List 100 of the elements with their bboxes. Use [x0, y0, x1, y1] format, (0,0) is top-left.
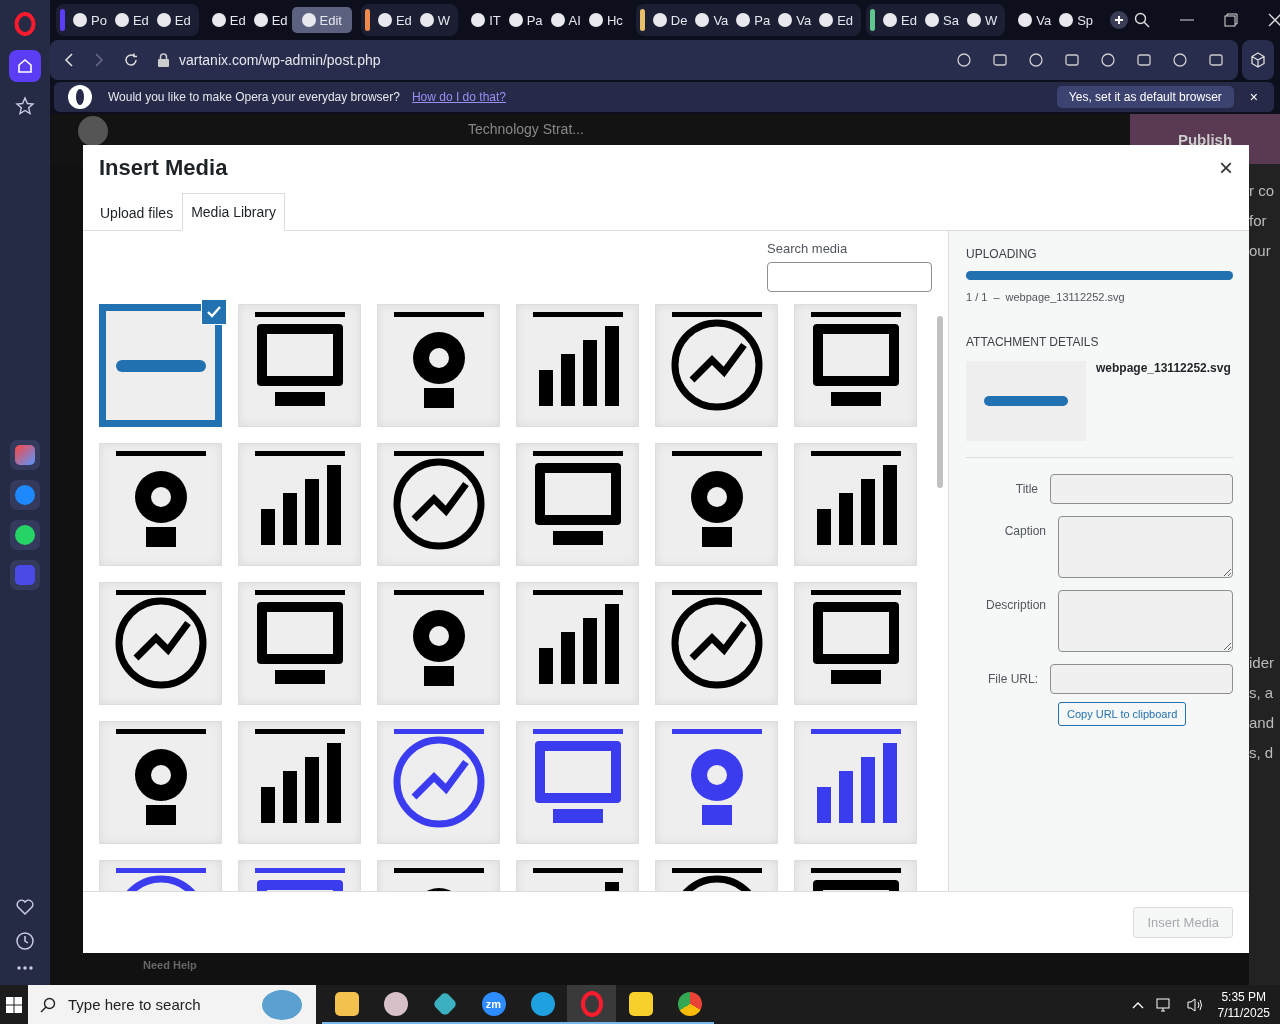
- tab-group-marker[interactable]: [364, 9, 370, 31]
- search-field[interactable]: Type here to search: [66, 995, 250, 1014]
- favicon-icon: [253, 13, 268, 27]
- tab-group-marker[interactable]: [639, 9, 645, 31]
- search-field[interactable]: [767, 262, 932, 292]
- opera-logo-icon[interactable]: [14, 12, 36, 36]
- dialog-title: Insert Media: [99, 154, 228, 181]
- home-button[interactable]: [9, 50, 41, 82]
- address-bar[interactable]: vartanix.com/wp-admin/post.php: [50, 40, 1238, 80]
- page-text: s, a: [1249, 684, 1275, 701]
- favicon-icon: [73, 13, 87, 27]
- browser-tab[interactable]: Va: [1014, 7, 1056, 33]
- field-label: Caption: [1003, 523, 1046, 538]
- favicon-icon: [550, 13, 565, 27]
- favicon-icon: [883, 13, 898, 27]
- browser-tab[interactable]: W: [415, 7, 455, 33]
- favicon-icon: [1059, 13, 1074, 27]
- browser-tab[interactable]: AI: [546, 7, 585, 33]
- clock-date[interactable]: 7/11/2025: [1217, 1004, 1270, 1021]
- whatsapp-icon[interactable]: [10, 520, 40, 550]
- browser-tab[interactable]: Pa: [732, 7, 775, 33]
- tab-group-marker[interactable]: [60, 9, 65, 31]
- browser-tab[interactable]: Va: [774, 7, 816, 33]
- browser-tab[interactable]: Edit: [291, 7, 352, 33]
- opera-logo-icon: [68, 85, 92, 109]
- clock-icon[interactable]: [15, 931, 35, 951]
- text-field[interactable]: [1050, 664, 1233, 694]
- close-icon[interactable]: [1268, 13, 1280, 27]
- lock-icon: [158, 53, 169, 67]
- file-name: webpage_13112252.svg: [1096, 361, 1231, 377]
- favicon-icon: [1018, 13, 1033, 27]
- dialog-tab[interactable]: Media Library: [182, 193, 285, 231]
- page-text: and: [1249, 714, 1276, 731]
- browser-tab[interactable]: Pa: [504, 7, 547, 33]
- notification-message: Would you like to make Opera your everyday browser?: [108, 90, 400, 104]
- new-tab-icon[interactable]: [1110, 11, 1129, 29]
- copy-url-button[interactable]: Copy URL to clipboard: [1058, 702, 1187, 726]
- browser-tab[interactable]: De: [648, 7, 692, 33]
- browser-tab[interactable]: Sa: [921, 7, 963, 33]
- more-icon[interactable]: [16, 965, 34, 971]
- reload-icon[interactable]: [124, 53, 138, 67]
- minimize-icon[interactable]: [1180, 19, 1195, 21]
- favicon-icon: [419, 13, 434, 27]
- browser-tab[interactable]: Hc: [584, 7, 627, 33]
- favicon-icon: [819, 13, 834, 27]
- extensions-button[interactable]: [1242, 40, 1274, 80]
- page-text: s, d: [1249, 744, 1275, 761]
- home-icon[interactable]: [16, 57, 34, 75]
- browser-tab[interactable]: Ed: [152, 7, 195, 33]
- taskbar-search-box[interactable]: Type here to search: [28, 985, 316, 1024]
- favicon-icon: [301, 13, 316, 27]
- text-field[interactable]: [1050, 474, 1233, 504]
- tab-group-marker[interactable]: [870, 9, 876, 31]
- text-area[interactable]: [1058, 590, 1233, 652]
- page-text: ider: [1249, 654, 1275, 671]
- search-icon[interactable]: [40, 996, 56, 1013]
- search-icon[interactable]: [1134, 12, 1151, 28]
- page-text: our: [1249, 242, 1272, 259]
- favicon-icon: [471, 13, 486, 27]
- browser-tab[interactable]: Sp: [1055, 7, 1098, 33]
- volume-icon[interactable]: [1185, 996, 1204, 1013]
- taskbar-app[interactable]: [567, 985, 616, 1024]
- browser-tab[interactable]: Ed: [815, 7, 858, 33]
- page-text: for: [1249, 212, 1268, 229]
- section-heading: UPLOADING: [966, 247, 1038, 261]
- help-link[interactable]: How do I do that?: [411, 90, 506, 104]
- forward-icon[interactable]: [94, 53, 104, 67]
- field-label: File URL:: [987, 671, 1038, 686]
- favicon-icon: [508, 13, 523, 27]
- city-globe-icon[interactable]: [262, 989, 302, 1020]
- star-icon[interactable]: [15, 96, 35, 116]
- cube-icon[interactable]: [1250, 52, 1266, 68]
- browser-tab[interactable]: W: [962, 7, 1002, 33]
- restore-icon[interactable]: [1224, 13, 1239, 27]
- separator-dash: –: [993, 291, 1000, 303]
- checkmark-icon[interactable]: [201, 299, 227, 325]
- favicon-icon: [925, 13, 939, 27]
- set-default-button[interactable]: Yes, set it as default browser: [1056, 86, 1234, 108]
- browser-tab[interactable]: Va: [691, 7, 733, 33]
- text-area[interactable]: [1058, 516, 1233, 578]
- app-shortcut-icon[interactable]: [10, 440, 40, 470]
- messenger-icon[interactable]: [10, 480, 40, 510]
- clock-time[interactable]: 5:35 PM: [1221, 988, 1267, 1005]
- elementor-logo-icon[interactable]: [78, 116, 108, 146]
- browser-tab[interactable]: Ed: [207, 7, 250, 33]
- browser-tab[interactable]: Ed: [110, 7, 153, 33]
- browser-tab[interactable]: Po: [69, 7, 111, 33]
- browser-tab[interactable]: Ed: [249, 7, 292, 33]
- favicon-icon: [966, 13, 981, 27]
- close-button[interactable]: ×: [1245, 89, 1262, 105]
- windows-start-icon[interactable]: [6, 996, 22, 1013]
- document-title[interactable]: Technology Strat...: [468, 121, 584, 137]
- back-icon[interactable]: [64, 53, 74, 67]
- browser-tab[interactable]: Ed: [373, 7, 416, 33]
- browser-tab[interactable]: Ed: [879, 7, 921, 33]
- favicon-icon: [156, 13, 171, 27]
- browser-tab[interactable]: IT: [467, 7, 505, 33]
- file-name: webpage_13112252.svg: [1005, 291, 1125, 303]
- caret-icon[interactable]: [1131, 1000, 1144, 1009]
- dialog-tab[interactable]: Upload files: [91, 194, 183, 231]
